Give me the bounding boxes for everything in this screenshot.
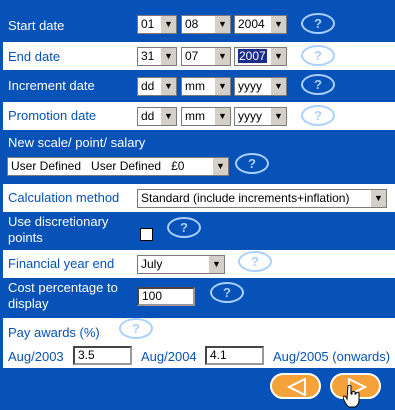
pay-award-2005-label: Aug/2005 (onwards) (273, 349, 391, 364)
promotion-month-select[interactable]: mm ▼ (181, 107, 231, 126)
chevron-down-icon: ▼ (270, 48, 286, 65)
new-scale-label: New scale/ point/ salary (8, 135, 146, 150)
financial-year-row: Financial year end July ▼ ? (3, 250, 395, 278)
pay-award-2003-input[interactable]: 3.5 (73, 346, 132, 365)
discretionary-label-line1: Use discretionary (8, 214, 109, 229)
discretionary-checkbox[interactable] (140, 228, 153, 241)
end-day-select[interactable]: 31 ▼ (137, 47, 177, 66)
discretionary-label-line2: points (8, 230, 43, 245)
chevron-down-icon: ▼ (214, 78, 230, 95)
chevron-down-icon: ▼ (160, 16, 176, 33)
cost-percentage-input[interactable]: 100 (137, 287, 195, 306)
increment-day-select[interactable]: dd ▼ (137, 77, 177, 96)
cost-percentage-row: Cost percentage to display 100 ? (3, 278, 395, 316)
chevron-down-icon: ▼ (208, 256, 224, 273)
start-month-select[interactable]: 08 ▼ (181, 15, 231, 34)
end-date-row: End date 31 ▼ 07 ▼ 2007 ▼ ? (3, 42, 395, 70)
back-button[interactable] (270, 373, 321, 399)
help-icon[interactable]: ? (210, 282, 244, 303)
help-icon[interactable]: ? (301, 45, 335, 66)
help-icon[interactable]: ? (301, 13, 335, 34)
chevron-down-icon: ▼ (160, 108, 176, 125)
salary-projection-form: Start date 01 ▼ 08 ▼ 2004 ▼ ? End date 31 ▼ … (0, 0, 395, 410)
help-icon[interactable]: ? (301, 74, 335, 95)
help-icon[interactable]: ? (235, 153, 269, 174)
back-arrow-icon (287, 378, 306, 396)
calculation-method-select[interactable]: Standard (include increments+inflation) ▼ (137, 189, 387, 208)
calculation-method-row: Calculation method Standard (include inc… (3, 184, 395, 212)
chevron-down-icon: ▼ (212, 158, 228, 175)
chevron-down-icon: ▼ (214, 48, 230, 65)
promotion-day-select[interactable]: dd ▼ (137, 107, 177, 126)
start-day-select[interactable]: 01 ▼ (137, 15, 177, 34)
pay-award-2003-label: Aug/2003 (8, 349, 64, 364)
hand-cursor-icon (343, 384, 360, 408)
new-scale-select[interactable]: User Defined User Defined £0 ▼ (7, 157, 229, 176)
promotion-date-row: Promotion date dd ▼ mm ▼ yyyy ▼ ? (3, 102, 395, 130)
chevron-down-icon: ▼ (270, 108, 286, 125)
promotion-year-select[interactable]: yyyy ▼ (234, 107, 287, 126)
help-icon[interactable]: ? (238, 251, 272, 272)
cost-percentage-label-line1: Cost percentage to (8, 280, 118, 295)
pay-award-2004-label: Aug/2004 (141, 349, 197, 364)
increment-month-select[interactable]: mm ▼ (181, 77, 231, 96)
pay-awards-label: Pay awards (%) (8, 325, 100, 340)
end-date-label: End date (8, 49, 61, 64)
chevron-down-icon: ▼ (270, 78, 286, 95)
increment-date-label: Increment date (8, 78, 95, 93)
discretionary-row: Use discretionary points ? (3, 212, 395, 250)
chevron-down-icon: ▼ (214, 108, 230, 125)
cost-percentage-label-line2: display (8, 296, 49, 311)
chevron-down-icon: ▼ (160, 48, 176, 65)
end-year-select[interactable]: 2007 ▼ (234, 47, 287, 66)
financial-year-select[interactable]: July ▼ (137, 255, 225, 274)
start-date-label: Start date (8, 18, 65, 33)
chevron-down-icon: ▼ (370, 190, 386, 207)
chevron-down-icon: ▼ (214, 16, 230, 33)
start-year-select[interactable]: 2004 ▼ (234, 15, 287, 34)
help-icon[interactable]: ? (119, 318, 153, 339)
chevron-down-icon: ▼ (270, 16, 286, 33)
chevron-down-icon: ▼ (160, 78, 176, 95)
increment-date-row: Increment date dd ▼ mm ▼ yyyy ▼ ? (3, 72, 395, 100)
help-icon[interactable]: ? (301, 105, 335, 126)
start-date-row: Start date 01 ▼ 08 ▼ 2004 ▼ ? (3, 10, 395, 40)
help-icon[interactable]: ? (167, 217, 201, 238)
promotion-date-label: Promotion date (8, 108, 97, 123)
increment-year-select[interactable]: yyyy ▼ (234, 77, 287, 96)
new-scale-row: New scale/ point/ salary User Defined Us… (3, 132, 395, 182)
pay-award-2004-input[interactable]: 4.1 (205, 346, 264, 365)
financial-year-label: Financial year end (8, 256, 115, 271)
end-month-select[interactable]: 07 ▼ (181, 47, 231, 66)
pay-awards-row: Pay awards (%) ? Aug/2003 3.5 Aug/2004 4… (3, 318, 395, 368)
calculation-method-label: Calculation method (8, 190, 120, 205)
